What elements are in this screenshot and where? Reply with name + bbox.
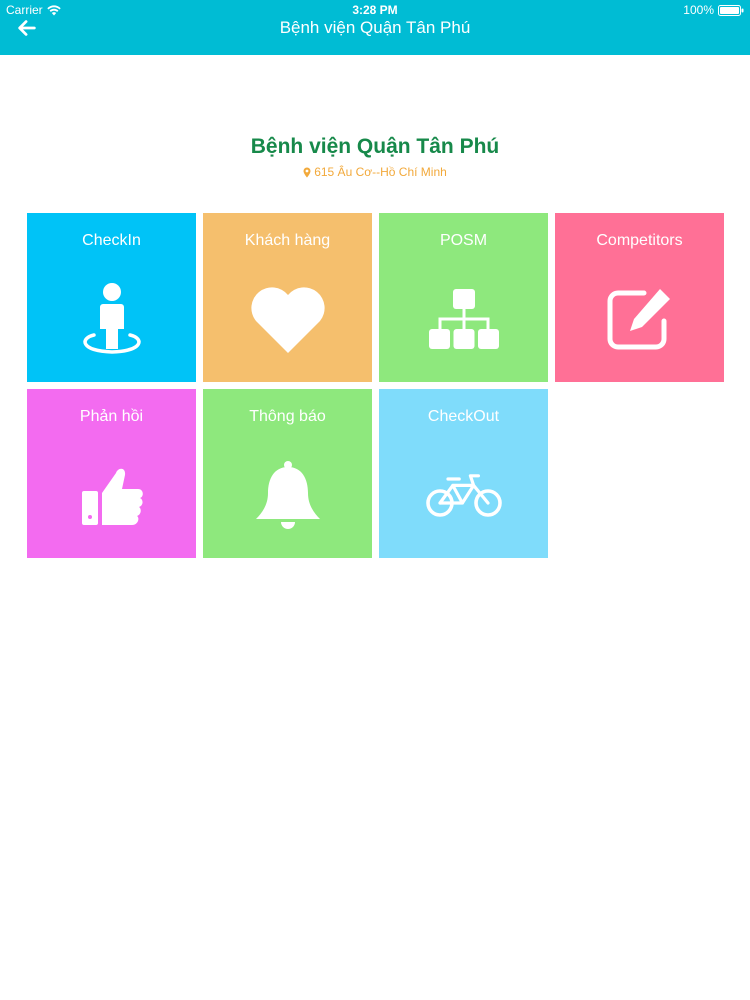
map-pin-icon — [303, 167, 311, 178]
tile-label: CheckIn — [82, 232, 141, 249]
place-address: 615 Âu Cơ--Hồ Chí Minh — [0, 165, 750, 179]
battery-icon — [718, 4, 744, 16]
top-bar: Carrier 3:28 PM 100% Bệnh viện Quận Tân … — [0, 0, 750, 55]
checkout-tile[interactable]: CheckOut — [379, 389, 548, 558]
tile-label: Thông báo — [249, 408, 326, 425]
nav-title: Bệnh viện Quận Tân Phú — [279, 18, 471, 37]
tile-label: CheckOut — [427, 408, 500, 425]
place-name: Bệnh viện Quận Tân Phú — [250, 135, 500, 158]
status-bar: Carrier 3:28 PM 100% — [0, 0, 750, 20]
tile-label: POSM — [439, 232, 488, 249]
heart-icon — [248, 283, 328, 355]
feedback-tile[interactable]: Phản hồi — [27, 389, 196, 558]
competitors-tile[interactable]: Competitors — [555, 213, 724, 382]
person-checkin-icon — [72, 283, 152, 355]
thumbs-up-icon — [72, 459, 152, 531]
battery-label: 100% — [683, 3, 714, 17]
org-chart-icon — [424, 283, 504, 355]
tile-label: Phản hồi — [79, 408, 144, 425]
edit-icon — [600, 283, 680, 355]
checkin-tile[interactable]: CheckIn — [27, 213, 196, 382]
place-header: Bệnh viện Quận Tân Phú 615 Âu Cơ--Hồ Chí… — [0, 135, 750, 179]
tile-label: Competitors — [596, 232, 683, 249]
clock: 3:28 PM — [352, 3, 398, 17]
address-text: 615 Âu Cơ--Hồ Chí Minh — [314, 165, 447, 179]
tile-label: Khách hàng — [244, 232, 331, 249]
notification-tile[interactable]: Thông báo — [203, 389, 372, 558]
battery-info: 100% — [683, 3, 744, 17]
posm-tile[interactable]: POSM — [379, 213, 548, 382]
action-grid: CheckIn Khách hàng POSM Competitors Phản… — [27, 213, 724, 558]
bicycle-icon — [424, 459, 504, 531]
customer-tile[interactable]: Khách hàng — [203, 213, 372, 382]
bell-icon — [248, 459, 328, 531]
